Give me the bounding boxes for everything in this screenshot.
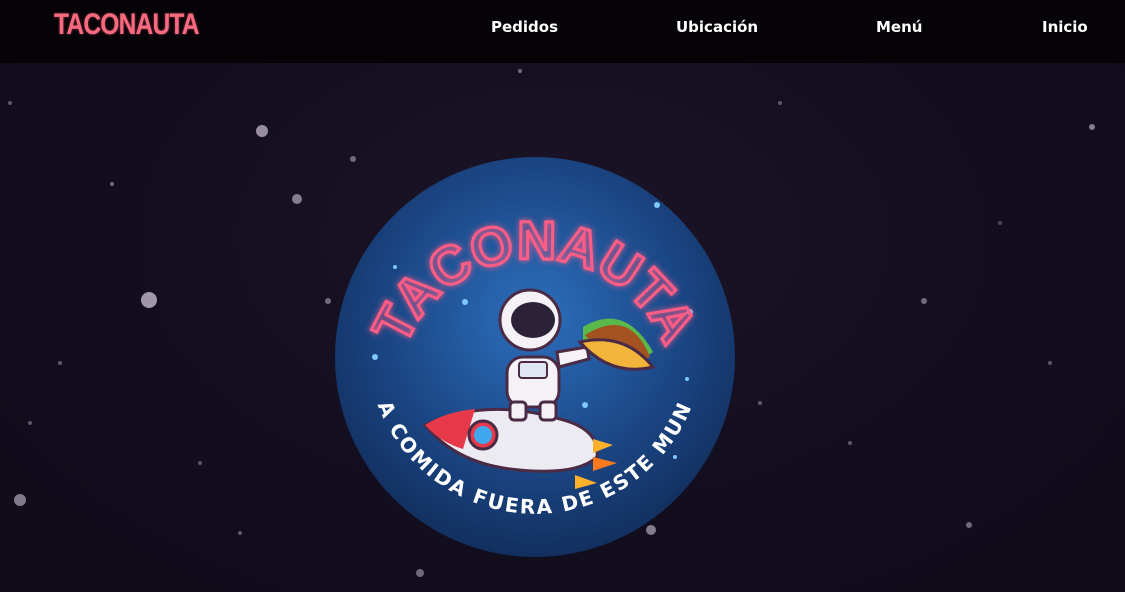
nav-link-pedidos[interactable]: Pedidos bbox=[491, 18, 558, 36]
nav-link-ubicacion[interactable]: Ubicación bbox=[676, 18, 758, 36]
nav-link-inicio[interactable]: Inicio bbox=[1042, 18, 1088, 36]
nav-link-menu[interactable]: Menú bbox=[876, 18, 922, 36]
brand-logo[interactable]: TACONAUTA bbox=[54, 8, 200, 42]
taconauta-logo-badge: TACONAUTA UNA COMIDA FUERA DE ESTE MUNDO bbox=[335, 157, 735, 557]
top-navbar: TACONAUTA Pedidos Ubicación Menú Inicio bbox=[0, 0, 1125, 63]
